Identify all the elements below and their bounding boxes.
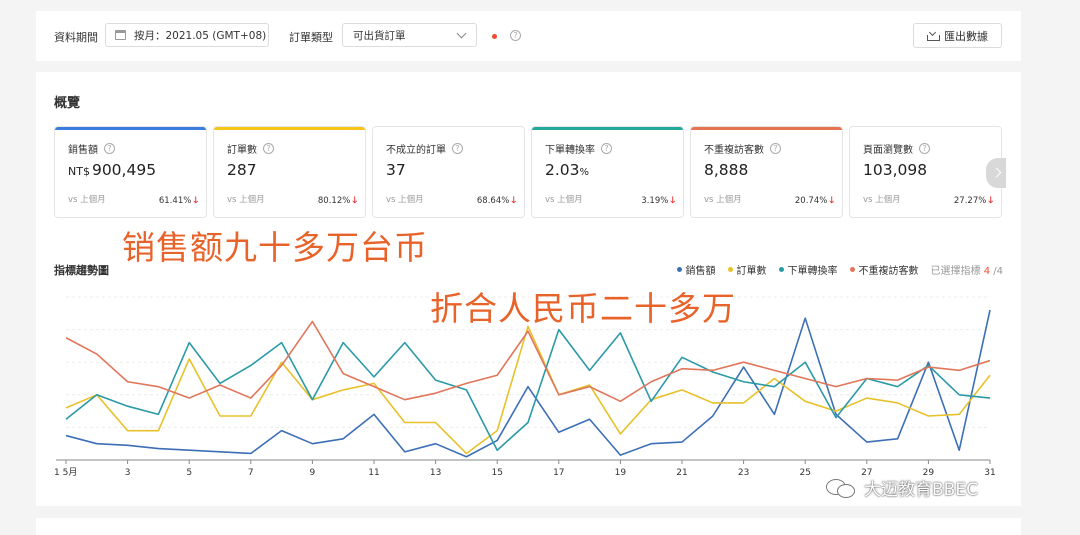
down-arrow-icon: 🡓 (829, 196, 834, 206)
help-icon[interactable]: ? (263, 143, 274, 154)
order-type-label: 訂單類型 (289, 31, 333, 44)
help-icon[interactable]: ? (452, 143, 463, 154)
series-line-1 (65, 325, 991, 455)
card-label: 頁面瀏覽數? (863, 141, 930, 156)
x-tick-label: 13 (430, 468, 441, 478)
metric-card[interactable]: 銷售額? NT$ 900,495 vs 上個月 61.41% 🡓 (54, 126, 207, 218)
legend-dot (676, 267, 682, 272)
metric-card[interactable]: 不重複訪客數? 8,888 vs 上個月 20.74% 🡓 (690, 126, 843, 218)
legend-dot (778, 267, 784, 272)
card-value: 103,098 (863, 161, 928, 179)
x-tick-label: 9 (310, 468, 316, 478)
watermark-text: 大迈教育BBEC (864, 480, 978, 500)
period-value: 按月：2021.05 (GMT+08) (134, 29, 267, 42)
card-comparison-label: vs 上個月 (68, 195, 106, 205)
card-value: 2.03% (545, 161, 590, 179)
card-change: 80.12% 🡓 (318, 193, 357, 209)
legend-item-orders[interactable]: 訂單數 (727, 262, 767, 277)
bottom-panel (36, 518, 1021, 535)
wechat-icon (826, 477, 858, 499)
x-tick-label: 21 (676, 468, 687, 478)
legend-item-conversion[interactable]: 下單轉換率 (778, 262, 838, 277)
overlay-annotation-2: 折合人民币二十多万 (430, 289, 736, 328)
order-type-value: 可出貨訂單 (353, 29, 406, 42)
card-value: 8,888 (704, 161, 749, 179)
card-value: NT$ 900,495 (68, 161, 157, 179)
metric-card[interactable]: 訂單數? 287 vs 上個月 80.12% 🡓 (213, 126, 366, 218)
metric-card[interactable]: 下單轉換率? 2.03% vs 上個月 3.19% 🡓 (531, 126, 684, 218)
x-tick-label: 31 (984, 468, 995, 478)
export-label: 匯出數據 (944, 29, 988, 43)
down-arrow-icon: 🡓 (511, 196, 516, 206)
series-line-3 (65, 320, 991, 403)
card-label: 不重複訪客數? (704, 141, 781, 156)
card-comparison-label: vs 上個月 (227, 195, 265, 205)
series-line-2 (65, 328, 991, 452)
card-comparison-label: vs 上個月 (386, 195, 424, 205)
x-tick-label: 7 (248, 468, 254, 478)
card-accent-bar (214, 127, 365, 130)
calendar-icon (115, 30, 126, 40)
card-label: 訂單數? (227, 141, 274, 156)
card-change: 3.19% 🡓 (641, 193, 675, 209)
card-value: 287 (227, 161, 257, 179)
export-button[interactable]: 匯出數據 (913, 23, 1002, 48)
help-icon[interactable]: ? (104, 143, 115, 154)
watermark: 大迈教育BBEC (826, 475, 978, 500)
x-tick-label: 1 5月 (54, 467, 77, 478)
card-label: 下單轉換率? (545, 141, 612, 156)
legend-dot (849, 267, 855, 272)
card-accent-bar (532, 127, 683, 130)
period-selector[interactable]: 按月：2021.05 (GMT+08) (105, 23, 269, 47)
x-tick-label: 11 (368, 468, 379, 478)
legend-item-visitors[interactable]: 不重複訪客數 (849, 262, 919, 277)
selected-metrics[interactable]: 已選擇指標 4 /4 (931, 262, 1003, 277)
x-tick-label: 15 (491, 468, 502, 478)
legend-dot (727, 267, 733, 272)
card-comparison-label: vs 上個月 (545, 195, 583, 205)
x-tick-label: 17 (553, 468, 564, 478)
help-icon[interactable]: ? (510, 30, 521, 41)
card-label: 銷售額? (68, 141, 115, 156)
card-value: 37 (386, 161, 406, 179)
filter-bar: 資料期間 按月：2021.05 (GMT+08) 訂單類型 可出貨訂單 ? 匯出… (36, 11, 1021, 61)
order-type-select[interactable]: 可出貨訂單 (342, 23, 477, 47)
x-tick-label: 3 (125, 468, 131, 478)
card-accent-bar (691, 127, 842, 130)
down-arrow-icon: 🡓 (670, 196, 675, 206)
chart-legend: 銷售額 訂單數 下單轉換率 不重複訪客數 已選擇指標 4 /4 (676, 262, 1003, 277)
overlay-annotation-1: 销售额九十多万台币 (122, 228, 428, 267)
down-arrow-icon: 🡓 (352, 196, 357, 206)
card-change: 68.64% 🡓 (477, 193, 516, 209)
legend-item-sales[interactable]: 銷售額 (676, 262, 716, 277)
status-dot (492, 34, 497, 39)
period-label: 資料期間 (54, 31, 98, 44)
x-tick-label: 25 (799, 468, 810, 478)
card-label: 不成立的訂單? (386, 141, 463, 156)
card-comparison-label: vs 上個月 (704, 195, 742, 205)
chevron-down-icon (456, 28, 467, 39)
card-change: 20.74% 🡓 (795, 193, 834, 209)
card-change: 61.41% 🡓 (159, 193, 198, 209)
card-comparison-label: vs 上個月 (863, 195, 901, 205)
metric-card[interactable]: 頁面瀏覽數? 103,098 vs 上個月 27.27% 🡓 (849, 126, 1002, 218)
help-icon[interactable]: ? (601, 143, 612, 154)
card-change: 27.27% 🡓 (954, 193, 993, 209)
help-icon[interactable]: ? (770, 143, 781, 154)
help-icon[interactable]: ? (919, 143, 930, 154)
trend-title: 指標趨勢圖 (54, 264, 109, 277)
card-accent-bar (55, 127, 206, 130)
down-arrow-icon: 🡓 (988, 196, 993, 206)
x-tick-label: 5 (186, 468, 192, 478)
download-icon (927, 30, 940, 41)
overview-title: 概覽 (54, 96, 81, 111)
x-tick-label: 19 (615, 468, 627, 478)
x-tick-label: 23 (738, 468, 749, 478)
metric-card[interactable]: 不成立的訂單? 37 vs 上個月 68.64% 🡓 (372, 126, 525, 218)
next-cards-button[interactable] (986, 158, 1006, 188)
down-arrow-icon: 🡓 (193, 196, 198, 206)
